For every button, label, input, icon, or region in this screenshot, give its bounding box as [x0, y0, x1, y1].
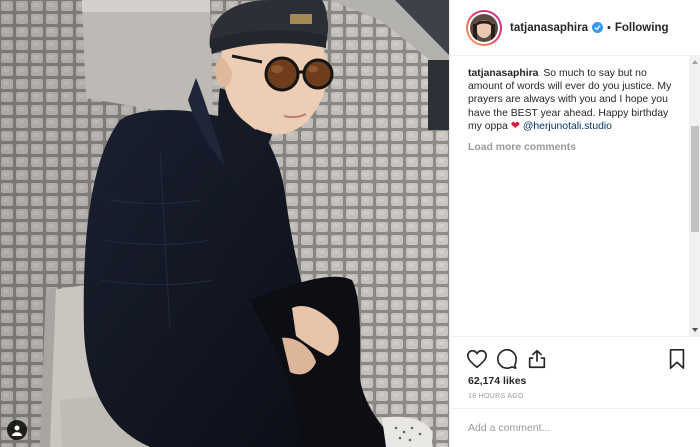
scroll-up-arrow-icon[interactable] [689, 56, 700, 68]
post-caption: tatjanasaphira So much to say but no amo… [468, 67, 677, 133]
post-author-username[interactable]: tatjanasaphira [510, 22, 588, 34]
scroll-down-arrow-icon[interactable] [689, 324, 700, 336]
user-tag-icon[interactable] [7, 420, 27, 440]
comment-icon[interactable] [496, 348, 518, 370]
following-button[interactable]: Following [615, 22, 669, 34]
add-comment-input[interactable] [468, 409, 668, 447]
comment-box [450, 408, 700, 447]
caption-username[interactable]: tatjanasaphira [468, 68, 538, 79]
verified-badge-icon [591, 22, 603, 33]
heart-emoji: ❤ [510, 119, 520, 132]
scroll-thumb[interactable] [691, 126, 699, 232]
post-timestamp: 18 HOURS AGO [468, 393, 524, 400]
post-header: tatjanasaphira • Following [450, 0, 700, 56]
heart-icon[interactable] [466, 348, 488, 370]
post-actions [450, 336, 700, 376]
share-icon[interactable] [526, 348, 548, 370]
comments-scrollbar[interactable] [689, 56, 700, 336]
post-image [0, 0, 449, 447]
avatar[interactable] [466, 9, 502, 46]
comments-list: tatjanasaphira So much to say but no amo… [450, 56, 689, 336]
caption-mention[interactable]: @herjunotali.studio [523, 121, 612, 132]
header-separator: • [606, 21, 611, 34]
bookmark-icon[interactable] [666, 348, 688, 370]
load-more-comments-button[interactable]: Load more comments [468, 142, 677, 153]
post-photo[interactable] [0, 0, 449, 447]
post-side-panel: tatjanasaphira • Following tatjanasaphir… [449, 0, 700, 447]
likes-count[interactable]: 62,174 likes [468, 375, 526, 387]
